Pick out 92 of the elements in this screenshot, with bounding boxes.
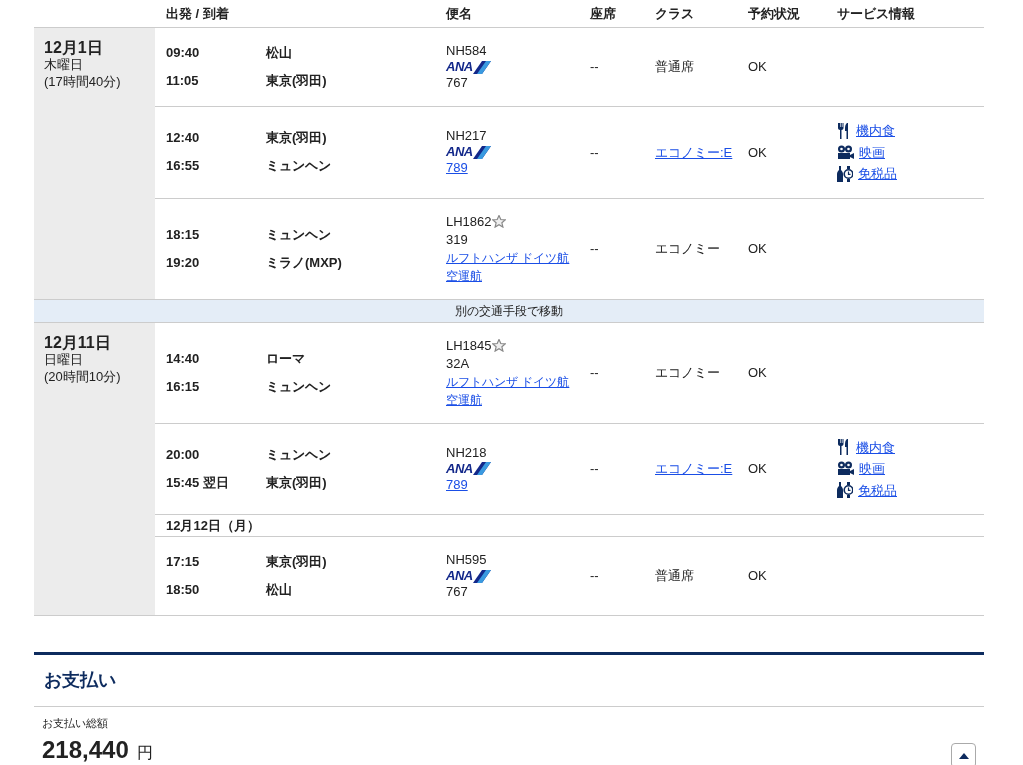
aircraft-type: 767: [446, 583, 469, 601]
arrival-time: 15:45 翌日: [166, 473, 230, 492]
departure-city: ミュンヘン: [266, 445, 332, 464]
service-link[interactable]: 機内食: [856, 437, 895, 457]
departure-time: 12:40: [166, 129, 201, 148]
arrival-time: 18:50: [166, 581, 201, 599]
date-text: 12月1日: [44, 38, 104, 58]
aircraft-type: 767: [446, 74, 469, 92]
arrival-city: ミラノ(MXP): [266, 253, 343, 272]
status-value: OK: [748, 364, 767, 380]
operator-link[interactable]: ルフトハンザ ドイツ航空運航: [446, 372, 572, 409]
aircraft-type: 32A: [446, 354, 471, 373]
flight-number: NH584: [446, 42, 487, 60]
weekday-text: 日曜日: [44, 351, 84, 369]
arrival-city: ミュンヘン: [266, 377, 332, 396]
flight-number: NH217: [446, 127, 487, 146]
airline-logo: ANA: [446, 461, 590, 476]
arrival-time: 16:55: [166, 157, 201, 176]
bottle-watch-icon: [837, 165, 853, 182]
date-note: 12月12日（月）: [166, 516, 260, 535]
service-link[interactable]: 映画: [859, 142, 885, 162]
arrival-time: 11:05: [166, 72, 200, 90]
weekday-text: 木曜日: [44, 57, 84, 75]
arrival-city: 松山: [266, 581, 293, 599]
departure-city: ミュンヘン: [266, 225, 332, 244]
departure-city: ローマ: [266, 349, 306, 368]
total-label: お支払い総額: [42, 716, 109, 731]
departure-time: 20:00: [166, 445, 201, 464]
duration-text: (17時間40分): [44, 74, 122, 91]
scroll-up-button[interactable]: [951, 743, 976, 765]
operator-link[interactable]: ルフトハンザ ドイツ航空運航: [446, 248, 572, 285]
caret-up-icon: [958, 752, 969, 759]
departure-city: 東京(羽田): [266, 553, 328, 571]
film-camera-icon: [837, 144, 854, 160]
flight-number: LH1845: [446, 336, 492, 355]
seat-value: --: [590, 461, 599, 476]
service-link[interactable]: 機内食: [856, 121, 895, 141]
flight-number: NH595: [446, 551, 487, 569]
column-header: サービス情報: [837, 4, 916, 23]
duration-text: (20時間10分): [44, 368, 122, 386]
seat-value: --: [590, 59, 599, 75]
status-value: OK: [748, 59, 767, 75]
airline-logo: ANA: [446, 60, 590, 74]
currency-text: 円: [136, 743, 153, 764]
column-header: 座席: [590, 4, 617, 23]
class-value: 普通席: [655, 59, 694, 75]
airline-logo: ANA: [446, 145, 590, 160]
flight-number: NH218: [446, 443, 487, 462]
status-value: OK: [748, 144, 767, 160]
aircraft-link[interactable]: 789: [446, 475, 468, 494]
section-title: お支払い: [34, 655, 984, 707]
fork-knife-icon: [837, 122, 851, 139]
departure-time: 14:40: [166, 349, 201, 368]
arrival-city: 東京(羽田): [266, 473, 328, 492]
service-link[interactable]: 映画: [859, 459, 885, 479]
status-value: OK: [748, 461, 767, 476]
seat-value: --: [590, 364, 599, 380]
status-value: OK: [748, 240, 767, 256]
aircraft-type: 319: [446, 230, 469, 249]
arrival-city: 東京(羽田): [266, 72, 328, 90]
departure-time: 17:15: [166, 553, 201, 571]
status-value: OK: [748, 568, 767, 584]
column-header: 出発 / 到着: [166, 4, 230, 23]
service-link[interactable]: 免税品: [858, 480, 897, 500]
class-value: エコノミー: [655, 364, 720, 380]
flight-number: LH1862: [446, 212, 492, 231]
film-camera-icon: [837, 461, 854, 477]
class-link[interactable]: エコノミー:E: [655, 461, 733, 476]
departure-time: 09:40: [166, 44, 201, 62]
column-header: クラス: [655, 4, 695, 23]
seat-value: --: [590, 144, 599, 160]
class-value: エコノミー: [655, 240, 720, 256]
departure-time: 18:15: [166, 225, 201, 244]
bottle-watch-icon: [837, 482, 853, 499]
seat-value: --: [590, 240, 599, 256]
date-text: 12月11日: [44, 332, 112, 352]
arrival-city: ミュンヘン: [266, 157, 332, 176]
class-value: 普通席: [655, 568, 694, 584]
arrival-time: 19:20: [166, 253, 201, 272]
total-amount: 218,440: [42, 735, 129, 765]
aircraft-link[interactable]: 789: [446, 159, 468, 178]
column-header: 予約状況: [748, 4, 801, 23]
departure-city: 松山: [266, 44, 293, 62]
seat-value: --: [590, 568, 599, 584]
fork-knife-icon: [837, 439, 851, 456]
transfer-text: 別の交通手段で移動: [455, 302, 563, 320]
column-header: 便名: [446, 4, 473, 23]
departure-city: 東京(羽田): [266, 129, 328, 148]
arrival-time: 16:15: [166, 377, 201, 396]
airline-logo: ANA: [446, 569, 590, 583]
service-link[interactable]: 免税品: [858, 164, 897, 184]
class-link[interactable]: エコノミー:E: [655, 144, 733, 160]
